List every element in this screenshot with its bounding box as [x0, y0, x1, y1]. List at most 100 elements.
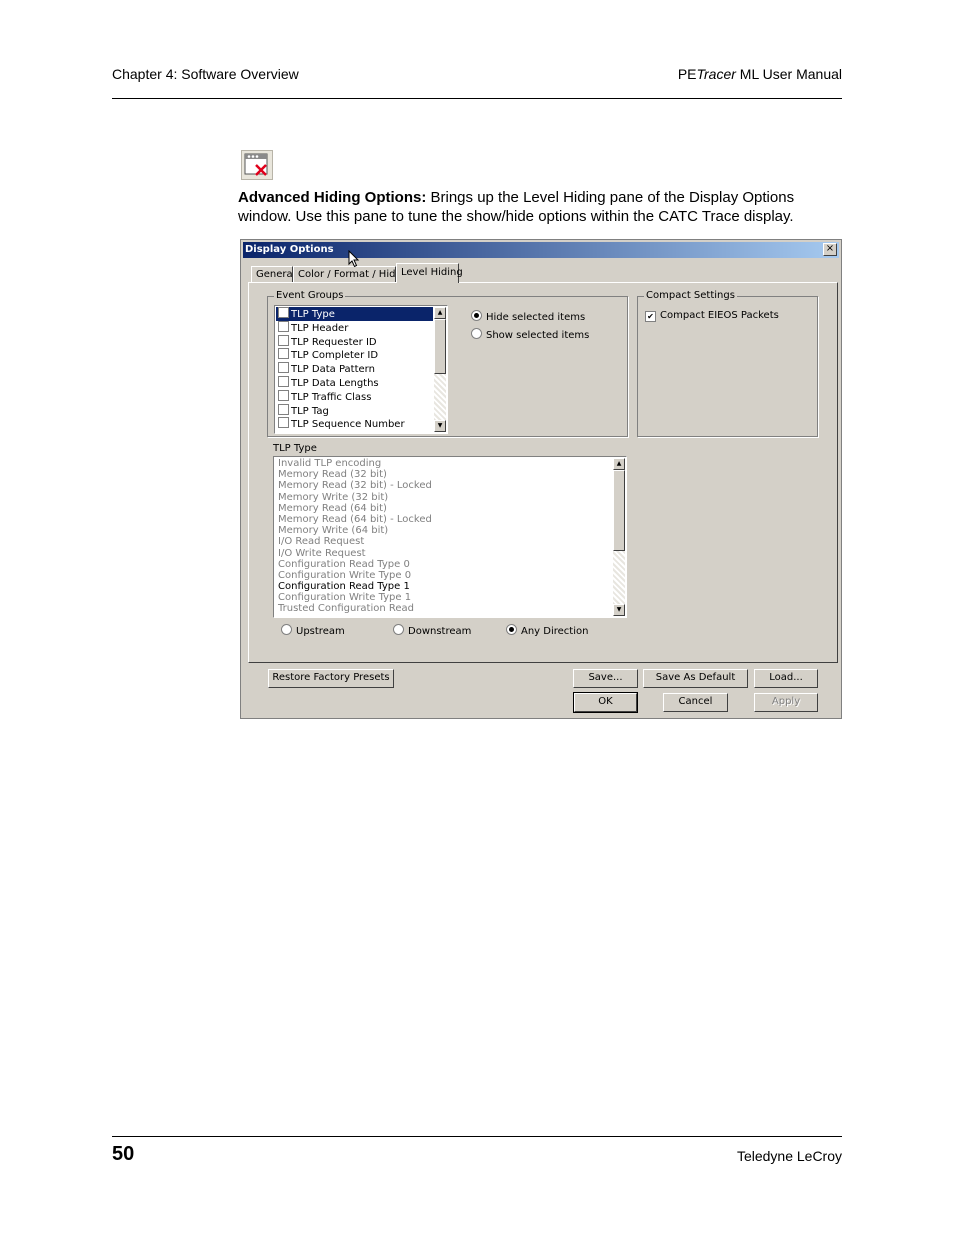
tlp-type-item[interactable]: Configuration Write Type 1 — [275, 592, 612, 603]
checkbox-icon[interactable] — [278, 362, 289, 374]
event-group-label: TLP Data Pattern — [291, 364, 375, 376]
downstream-radio[interactable]: Downstream — [393, 624, 471, 637]
scroll-up-button[interactable]: ▲ — [613, 458, 625, 470]
cancel-button[interactable]: Cancel — [663, 693, 728, 712]
tlp-type-item[interactable]: Memory Read (32 bit) — [275, 469, 612, 480]
show-selected-label: Show selected items — [486, 330, 590, 341]
arrow-down-icon: ▼ — [616, 606, 622, 613]
event-group-item[interactable]: TLP Data Lengths — [276, 375, 433, 390]
scroll-up-button[interactable]: ▲ — [434, 307, 446, 319]
scroll-thumb[interactable] — [434, 319, 446, 374]
event-group-label: TLP Tag — [291, 405, 329, 417]
level-hiding-panel: Event Groups TLP Type TLP Header TLP Reque… — [248, 282, 838, 663]
tlp-type-item[interactable]: Configuration Read Type 0 — [275, 559, 612, 570]
header-rule — [112, 98, 842, 99]
page-number: 50 — [112, 1143, 135, 1165]
event-group-item[interactable]: TLP Data Pattern — [276, 362, 433, 376]
manual-prefix: PE — [677, 66, 697, 82]
event-groups-scrollbar[interactable]: ▲ ▼ — [434, 307, 446, 432]
tlp-type-item[interactable]: Invalid TLP encoding — [275, 458, 612, 469]
intro-paragraph: Advanced Hiding Options: Brings up the L… — [238, 188, 838, 226]
tlp-type-item[interactable]: Configuration Write Type 0 — [275, 570, 612, 581]
display-options-dialog: Display Options × General Color / Format… — [240, 239, 842, 719]
restore-factory-presets-button[interactable]: Restore Factory Presets — [268, 669, 394, 688]
tab-level-hiding[interactable]: Level Hiding — [396, 263, 463, 283]
event-group-item[interactable]: TLP Traffic Class — [276, 389, 433, 404]
tlp-type-scrollbar[interactable]: ▲ ▼ — [613, 458, 625, 616]
arrow-up-icon: ▲ — [437, 309, 443, 316]
save-button[interactable]: Save... — [573, 669, 638, 688]
save-as-default-button[interactable]: Save As Default — [643, 669, 748, 688]
event-groups-group: Event Groups TLP Type TLP Header TLP Reque… — [267, 290, 628, 437]
event-group-item[interactable]: TLP Tag — [276, 403, 433, 418]
tlp-type-item[interactable]: Configuration Read Type 1 — [275, 581, 612, 592]
tlp-type-item[interactable]: Memory Write (32 bit) — [275, 492, 612, 503]
event-group-label: TLP Requester ID — [291, 336, 377, 348]
event-group-label: TLP Data Lengths — [291, 377, 379, 389]
checkbox-icon[interactable] — [278, 334, 289, 346]
manual-suffix: ML User Manual — [735, 66, 842, 82]
checkbox-icon[interactable] — [278, 403, 289, 415]
dialog-title: Display Options — [245, 244, 334, 255]
radio-indicator — [506, 624, 517, 635]
event-group-item[interactable]: TLP Type — [276, 307, 433, 321]
compact-settings-group: Compact Settings ✔ Compact EIEOS Packets — [637, 290, 818, 437]
scroll-down-button[interactable]: ▼ — [434, 420, 446, 432]
hide-selected-label: Hide selected items — [486, 312, 586, 323]
event-groups-label: Event Groups — [274, 290, 346, 301]
event-group-label: TLP Header — [291, 322, 349, 334]
close-icon: × — [825, 243, 835, 254]
tab-color-format-hiding-label: Color / Format / Hiding — [298, 269, 411, 280]
checkbox-icon[interactable] — [278, 348, 289, 360]
show-selected-radio[interactable]: Show selected items — [471, 328, 589, 341]
event-groups-items: TLP Type TLP Header TLP Requester ID TLP Co… — [276, 307, 433, 432]
checkbox-icon[interactable] — [278, 375, 289, 387]
ok-button[interactable]: OK — [573, 692, 638, 713]
checkbox-icon[interactable] — [278, 307, 289, 318]
scroll-down-button[interactable]: ▼ — [613, 604, 625, 616]
apply-button: Apply — [754, 693, 818, 712]
checkbox-icon[interactable] — [278, 389, 289, 401]
tlp-type-item[interactable]: Memory Read (64 bit) - Locked — [275, 514, 612, 525]
downstream-label: Downstream — [408, 626, 472, 637]
radio-indicator — [281, 624, 292, 635]
tlp-type-item[interactable]: Memory Read (32 bit) - Locked — [275, 480, 612, 491]
tab-general-label: General — [256, 269, 296, 280]
tlp-type-item[interactable]: I/O Read Request — [275, 536, 612, 547]
load-button[interactable]: Load... — [754, 669, 818, 688]
event-group-item[interactable]: TLP Header — [276, 320, 433, 335]
checkbox-icon[interactable] — [278, 417, 289, 429]
hide-selected-radio[interactable]: Hide selected items — [471, 310, 585, 323]
tlp-type-list[interactable]: Invalid TLP encoding Memory Read (32 bit)… — [273, 456, 627, 618]
event-group-item[interactable]: TLP Requester ID — [276, 334, 433, 349]
tab-general[interactable]: General — [251, 266, 296, 282]
company-name: Teledyne LeCroy — [736, 1148, 842, 1164]
close-button[interactable]: × — [823, 243, 837, 256]
tlp-type-item[interactable]: Memory Read (64 bit) — [275, 503, 612, 514]
tab-color-format-hiding[interactable]: Color / Format / Hiding — [293, 266, 411, 282]
compact-eieos-checkbox[interactable]: ✔ Compact EIEOS Packets — [645, 310, 779, 322]
tlp-type-items: Invalid TLP encoding Memory Read (32 bit)… — [275, 458, 612, 616]
mouse-cursor-icon — [348, 250, 360, 268]
event-groups-list[interactable]: TLP Type TLP Header TLP Requester ID TLP Co… — [274, 305, 448, 434]
chapter-title: Chapter 4: Software Overview — [112, 66, 299, 82]
any-direction-radio[interactable]: Any Direction — [506, 624, 588, 637]
event-group-item[interactable]: TLP Completer ID — [276, 348, 433, 362]
any-direction-label: Any Direction — [521, 626, 589, 637]
tlp-type-item[interactable]: Trusted Configuration Read — [275, 603, 612, 614]
event-group-item[interactable]: TLP Sequence Number — [276, 417, 433, 431]
scroll-thumb[interactable] — [613, 470, 625, 551]
tlp-type-item[interactable]: I/O Write Request — [275, 548, 612, 559]
advanced-hiding-icon — [241, 150, 273, 180]
event-group-label: TLP Completer ID — [291, 350, 379, 362]
manual-italic: Tracer — [696, 66, 736, 82]
upstream-radio[interactable]: Upstream — [281, 624, 345, 637]
tlp-type-label: TLP Type — [273, 443, 317, 454]
checkbox-icon[interactable] — [278, 320, 289, 332]
title-bar[interactable]: Display Options × — [243, 242, 839, 258]
arrow-up-icon: ▲ — [616, 460, 622, 467]
tab-level-hiding-label: Level Hiding — [401, 267, 463, 278]
footer-rule — [112, 1136, 842, 1137]
check-icon: ✔ — [645, 311, 656, 322]
tlp-type-item[interactable]: Memory Write (64 bit) — [275, 525, 612, 536]
